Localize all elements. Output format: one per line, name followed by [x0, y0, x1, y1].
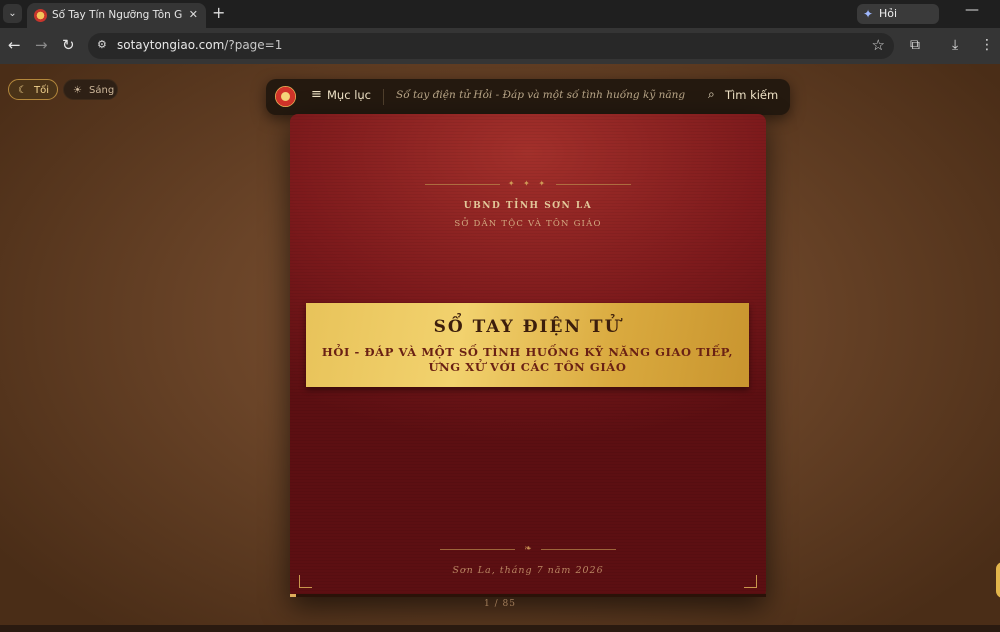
ornament-line-right — [556, 184, 631, 185]
url-text[interactable]: sotaytongiao.com/?page=1 — [117, 38, 282, 52]
browser-tabstrip: ⌄ Sổ Tay Tín Ngưỡng Tôn Giáo - Hỏi ✕ + ✦… — [0, 0, 1000, 40]
floral-ornament-icon: ❧ — [524, 544, 532, 554]
book-cover-page[interactable]: ✦ ✦ ✦ UBND TỈNH SƠN LA SỞ DÂN TỘC VÀ TÔN… — [290, 114, 766, 597]
sparkle-icon: ✦ — [863, 7, 874, 21]
forward-icon[interactable]: → — [35, 37, 48, 53]
back-icon[interactable]: ← — [8, 37, 21, 53]
profile-menu-icon[interactable]: ⋮ — [980, 37, 994, 53]
moon-icon: ☾ — [18, 85, 27, 96]
logo-icon[interactable] — [275, 86, 296, 107]
site-info-icon[interactable]: ⚙ — [97, 38, 109, 52]
new-tab-button[interactable]: + — [212, 4, 225, 22]
search-label: Tìm kiếm — [725, 88, 779, 102]
nav-divider — [383, 89, 384, 105]
tab-search-button[interactable]: ⌄ — [3, 4, 22, 23]
address-bar[interactable]: ⚙ sotaytongiao.com/?page=1 ☆ — [88, 33, 894, 59]
cover-subtitle: HỎI - ĐÁP VÀ MỘT SỐ TÌNH HUỐNG KỸ NĂNG G… — [321, 345, 734, 374]
reading-progress-fill — [290, 594, 296, 597]
next-page-button[interactable] — [996, 562, 1000, 598]
browser-tab[interactable]: Sổ Tay Tín Ngưỡng Tôn Giáo - Hỏi ✕ — [27, 3, 206, 28]
foot-line-right — [541, 549, 616, 550]
toc-label: Mục lục — [327, 88, 371, 102]
sun-icon: ☀ — [73, 85, 82, 96]
url-host: sotaytongiao.com — [117, 38, 225, 52]
document-title: Sổ tay điện tử Hỏi - Đáp và một số tình … — [396, 89, 686, 101]
extensions-icon[interactable]: ⧉ — [910, 37, 920, 53]
close-icon[interactable]: ✕ — [189, 8, 198, 21]
reader-top-nav: ≡ Mục lục Sổ tay điện tử Hỏi - Đáp và mộ… — [266, 79, 790, 115]
theme-light-button[interactable]: ☀ Sáng — [63, 79, 118, 100]
page-counter: 1 / 85 — [484, 599, 516, 609]
ornament-stars: ✦ ✦ ✦ — [507, 179, 549, 188]
cover-title: SỔ TAY ĐIỆN TỬ — [433, 317, 622, 337]
issuer-line-1: UBND TỈNH SƠN LA — [463, 201, 593, 211]
tab-title: Sổ Tay Tín Ngưỡng Tôn Giáo - Hỏi — [52, 9, 182, 21]
star-icon[interactable]: ☆ — [872, 36, 885, 54]
browser-toolbar: ← → ↻ ⚙ sotaytongiao.com/?page=1 ☆ ⧉ ⤓ ⋮ — [0, 28, 1000, 64]
favicon — [34, 9, 47, 22]
reload-icon[interactable]: ↻ — [62, 37, 75, 53]
corner-ornament-left — [299, 575, 312, 588]
corner-ornament-right — [744, 575, 757, 588]
title-plate: SỔ TAY ĐIỆN TỬ HỎI - ĐÁP VÀ MỘT SỐ TÌNH … — [306, 303, 749, 387]
issuer-line-2: SỞ DÂN TỘC VÀ TÔN GIÁO — [454, 219, 602, 229]
theme-light-label: Sáng — [89, 85, 115, 96]
download-icon[interactable]: ⤓ — [952, 37, 958, 53]
url-path: /?page=1 — [224, 38, 283, 52]
menu-icon: ≡ — [311, 87, 322, 102]
theme-dark-label: Tối — [34, 85, 50, 96]
minimize-icon[interactable]: — — [965, 2, 979, 18]
ask-gemini-button[interactable]: ✦ Hỏi Gemini — [857, 4, 939, 40]
reading-progress-bar — [290, 594, 766, 597]
chevron-down-icon: ⌄ — [8, 8, 17, 19]
page-bottom-edge — [0, 625, 1000, 632]
search-icon: ⌕ — [708, 87, 715, 101]
place-date: Sơn La, tháng 7 năm 2026 — [452, 565, 604, 576]
theme-dark-button[interactable]: ☾ Tối — [8, 79, 58, 100]
page-viewport: ☾ Tối ☀ Sáng ≡ Mục lục Sổ tay điện tử Hỏ… — [0, 64, 1000, 632]
